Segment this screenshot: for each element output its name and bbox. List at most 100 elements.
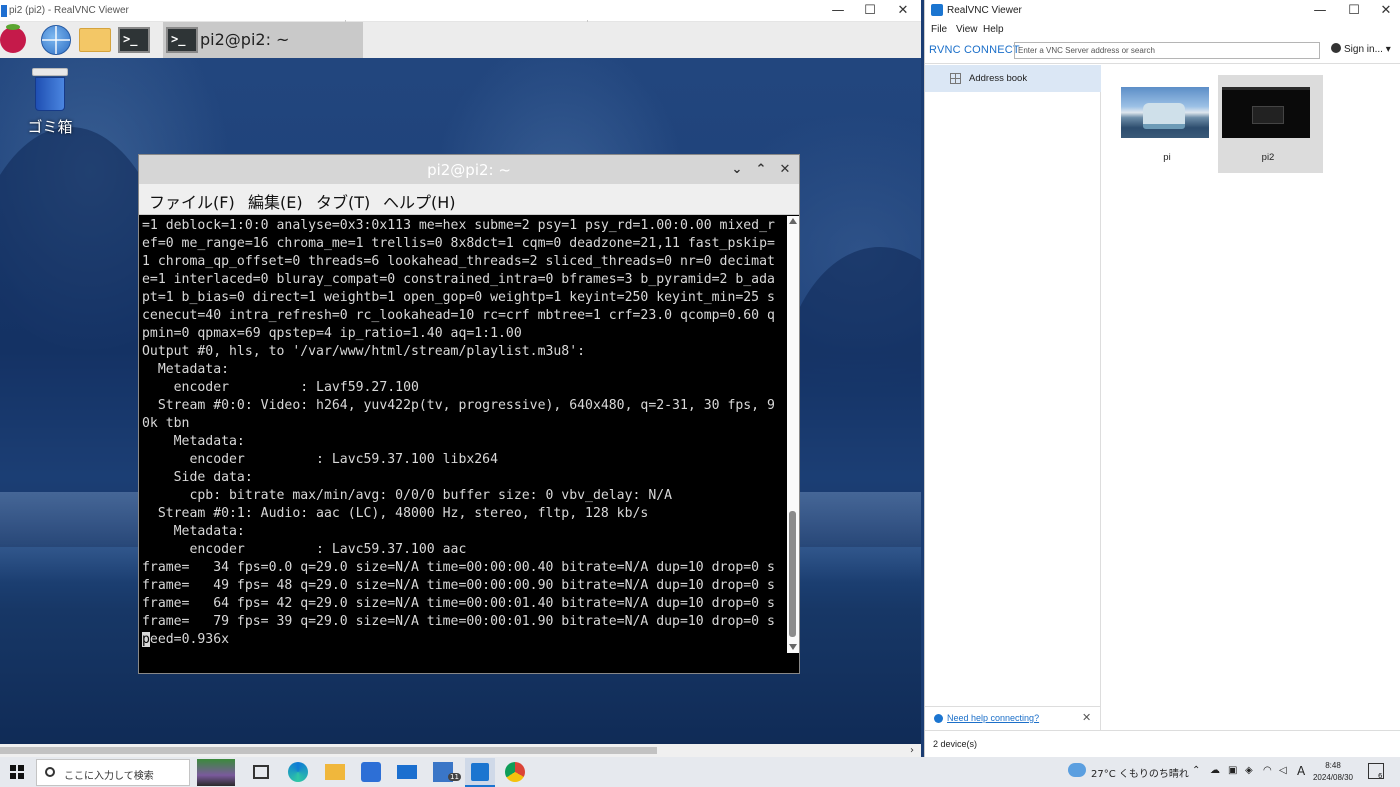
menu-view[interactable]: View	[956, 24, 978, 35]
vnc-connect-logo: RVNC CONNECT	[929, 44, 1020, 56]
device-thumbnail	[1222, 87, 1310, 138]
vnc-title-bar[interactable]: pi2 (pi2) - RealVNC Viewer — ☐ ✕	[0, 0, 921, 23]
maximize-button[interactable]: ☐	[1337, 2, 1371, 20]
close-button[interactable]: ✕	[886, 2, 920, 20]
menu-file[interactable]: File	[931, 24, 947, 35]
meet-icon[interactable]: ▣	[1228, 765, 1237, 776]
file-manager-icon[interactable]	[79, 28, 111, 52]
terminal-line: frame= 34 fps=0.0 q=29.0 size=N/A time=0…	[142, 560, 775, 575]
scroll-right-arrow-icon[interactable]: ›	[910, 745, 914, 756]
chevron-down-icon[interactable]: ⌄	[728, 161, 746, 179]
weather-icon[interactable]	[1068, 763, 1086, 777]
terminal-title: pi2@pi2: ~	[427, 161, 511, 179]
vnc-horizontal-scrollbar[interactable]: ›	[0, 744, 921, 757]
menu-edit[interactable]: 編集(E)	[248, 189, 303, 213]
search-placeholder: ここに入力して検索	[64, 771, 154, 782]
close-icon[interactable]: ✕	[776, 161, 794, 179]
device-tile-pi2[interactable]: pi2	[1218, 75, 1323, 173]
wifi-icon[interactable]: ◠	[1263, 765, 1272, 776]
ime-indicator[interactable]: A	[1297, 764, 1305, 778]
vnc-session-window: pi2 (pi2) - RealVNC Viewer — ☐ ✕ >_ >_ p…	[0, 0, 921, 757]
terminal-scrollbar[interactable]	[787, 216, 799, 653]
menu-tabs[interactable]: タブ(T)	[316, 189, 370, 213]
terminal-window[interactable]: pi2@pi2: ~ ⌄ ⌃ ✕ ファイル(F) 編集(E) タブ(T) ヘルプ…	[138, 154, 800, 674]
task-view-icon[interactable]	[253, 765, 269, 779]
terminal-line: Side data:	[142, 470, 253, 485]
chevron-up-icon[interactable]: ⌃	[1192, 765, 1200, 776]
sidebar-item-address-book[interactable]: Address book	[925, 65, 1101, 92]
store-icon[interactable]	[361, 762, 381, 782]
terminal-line: peed=0.936x	[142, 631, 786, 649]
taskbar-search-input[interactable]: ここに入力して検索	[36, 759, 190, 786]
realvnc-app-icon	[1, 5, 7, 17]
terminal-line: encoder : Lavc59.37.100 aac	[142, 542, 467, 557]
maximize-button[interactable]: ☐	[853, 2, 887, 20]
terminal-title-bar[interactable]: pi2@pi2: ~ ⌄ ⌃ ✕	[139, 155, 799, 184]
trash-label: ゴミ箱	[27, 118, 73, 136]
taskbar-item-label: pi2@pi2: ~	[200, 30, 290, 49]
weather-text[interactable]: 27°C くもりのち晴れ	[1091, 765, 1189, 780]
terminal-line: Output #0, hls, to '/var/www/html/stream…	[142, 344, 586, 359]
terminal-line: Stream #0:0: Video: h264, yuv422p(tv, pr…	[142, 398, 775, 413]
minimize-button[interactable]: —	[821, 2, 855, 20]
onedrive-icon[interactable]: ☁	[1210, 765, 1220, 776]
file-explorer-icon[interactable]	[325, 764, 345, 780]
realvnc-app-icon	[931, 4, 943, 16]
widgets-character-icon[interactable]	[197, 759, 235, 786]
scroll-down-arrow-icon[interactable]	[789, 644, 797, 650]
device-tile-pi[interactable]: pi	[1117, 75, 1222, 173]
close-button[interactable]: ✕	[1369, 2, 1400, 20]
pi-panel: >_ >_ pi2@pi2: ~	[0, 22, 921, 58]
edge-browser-icon[interactable]	[288, 762, 308, 782]
windows-taskbar: ここに入力して検索 11 27°C くもりのち晴れ ⌃ ☁ ▣ ◈ ◠ ◁ A …	[0, 757, 1400, 787]
user-icon	[1331, 43, 1341, 53]
remote-desktop[interactable]: >_ >_ pi2@pi2: ~ ゴミ箱 pi2@pi2: ~ ⌄ ⌃ ✕ ファ…	[0, 22, 921, 757]
web-browser-icon[interactable]	[41, 25, 71, 55]
network-icon[interactable]: ◈	[1245, 765, 1253, 776]
realvnc-window-title: RealVNC Viewer	[947, 5, 1022, 16]
realvnc-menu-bar: File View Help	[925, 22, 1400, 38]
scrollbar-thumb[interactable]	[0, 747, 657, 754]
terminal-line: frame= 79 fps= 39 q=29.0 size=N/A time=0…	[142, 614, 775, 629]
scrollbar-thumb[interactable]	[789, 511, 796, 637]
volume-icon[interactable]: ◁	[1279, 765, 1287, 776]
scroll-up-arrow-icon[interactable]	[789, 218, 797, 224]
realvnc-title-bar[interactable]: RealVNC Viewer — ☐ ✕	[925, 0, 1400, 22]
close-icon[interactable]: ✕	[1082, 711, 1091, 724]
menu-help[interactable]: Help	[983, 24, 1004, 35]
device-count: 2 device(s)	[933, 739, 978, 749]
vnc-window-title: pi2 (pi2) - RealVNC Viewer	[9, 5, 129, 16]
terminal-line: frame= 49 fps= 48 q=29.0 size=N/A time=0…	[142, 578, 775, 593]
server-search-input[interactable]: Enter a VNC Server address or search	[1014, 42, 1320, 59]
terminal-line-text: eed=0.936x	[149, 632, 230, 647]
realvnc-toolbar: RVNC CONNECT Enter a VNC Server address …	[925, 38, 1400, 64]
terminal-output[interactable]: =1 deblock=1:0:0 analyse=0x3:0x113 me=he…	[142, 217, 786, 653]
windows-start-icon[interactable]	[10, 765, 24, 779]
terminal-line: cpb: bitrate max/min/avg: 0/0/0 buffer s…	[142, 488, 673, 503]
system-clock[interactable]: 8:48 2024/08/30	[1308, 760, 1358, 784]
help-link[interactable]: Need help connecting?	[947, 713, 1039, 723]
menu-file[interactable]: ファイル(F)	[149, 189, 235, 213]
chevron-up-icon[interactable]: ⌃	[752, 161, 770, 179]
terminal-line: e=1 interlaced=0 bluray_compat=0 constra…	[142, 272, 775, 287]
terminal-line: cenecut=40 intra_refresh=0 rc_lookahead=…	[142, 308, 775, 323]
chrome-icon[interactable]	[505, 762, 525, 782]
terminal-launcher-icon[interactable]: >_	[118, 27, 150, 53]
mail-badge: 11	[448, 773, 461, 781]
terminal-line: Metadata:	[142, 434, 245, 449]
taskbar-item-terminal[interactable]: >_ pi2@pi2: ~	[163, 22, 363, 58]
raspberry-pi-menu-icon[interactable]	[0, 24, 26, 53]
terminal-line: 1 chroma_qp_offset=0 threads=6 lookahead…	[142, 254, 775, 269]
sign-in-button[interactable]: Sign in... ▾	[1331, 43, 1391, 55]
device-name: pi	[1163, 152, 1171, 163]
minimize-button[interactable]: —	[1303, 2, 1337, 20]
terminal-line: 0k tbn	[142, 416, 190, 431]
realvnc-icon	[471, 763, 489, 781]
clock-date: 2024/08/30	[1312, 773, 1354, 782]
desktop-trash[interactable]: ゴミ箱	[23, 66, 77, 137]
menu-help[interactable]: ヘルプ(H)	[383, 189, 456, 213]
grid-icon	[950, 73, 961, 84]
mail-icon[interactable]	[397, 765, 417, 779]
taskbar-item-realvnc[interactable]	[465, 758, 495, 787]
terminal-cursor: p	[142, 632, 150, 647]
